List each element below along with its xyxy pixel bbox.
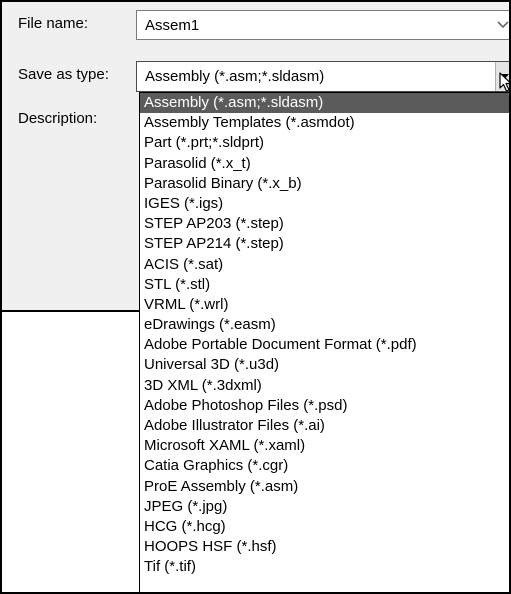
option-item[interactable]: eDrawings (*.easm) [140, 315, 509, 335]
option-item[interactable]: HCG (*.hcg) [140, 517, 509, 537]
option-item[interactable]: HOOPS HSF (*.hsf) [140, 537, 509, 557]
option-item[interactable]: Part (*.prt;*.sldprt) [140, 133, 509, 153]
option-item[interactable]: STEP AP214 (*.step) [140, 234, 509, 254]
option-item[interactable]: Universal 3D (*.u3d) [140, 355, 509, 375]
option-item[interactable]: Parasolid (*.x_t) [140, 154, 509, 174]
save-as-type-select[interactable]: Assembly (*.asm;*.sldasm) [136, 61, 509, 92]
option-item[interactable]: STL (*.stl) [140, 275, 509, 295]
option-item[interactable]: IGES (*.igs) [140, 194, 509, 214]
option-item[interactable]: 3D XML (*.3dxml) [140, 376, 509, 396]
option-item[interactable]: Adobe Illustrator Files (*.ai) [140, 416, 509, 436]
option-item[interactable]: ProE Assembly (*.asm) [140, 477, 509, 497]
save-as-type-dropdown-list[interactable]: Assembly (*.asm;*.sldasm) Assembly Templa… [139, 92, 509, 592]
option-item[interactable]: STEP AP203 (*.step) [140, 214, 509, 234]
option-item[interactable]: Assembly Templates (*.asmdot) [140, 113, 509, 133]
save-as-type-label: Save as type: [18, 66, 109, 83]
option-item[interactable]: Tif (*.tif) [140, 557, 509, 577]
option-item[interactable]: VRML (*.wrl) [140, 295, 509, 315]
description-label: Description: [18, 110, 98, 127]
file-name-field[interactable]: Assem1 [136, 10, 509, 40]
mouse-pointer-icon [499, 72, 509, 96]
chevron-down-icon[interactable] [493, 11, 509, 39]
option-item[interactable]: JPEG (*.jpg) [140, 497, 509, 517]
file-name-value: Assem1 [145, 17, 200, 34]
option-item[interactable]: Parasolid Binary (*.x_b) [140, 174, 509, 194]
option-item[interactable]: Adobe Portable Document Format (*.pdf) [140, 335, 509, 355]
option-item[interactable]: ACIS (*.sat) [140, 255, 509, 275]
file-name-label: File name: [18, 15, 89, 32]
save-as-type-value: Assembly (*.asm;*.sldasm) [145, 68, 325, 85]
option-item[interactable]: Adobe Photoshop Files (*.psd) [140, 396, 509, 416]
option-item[interactable]: Microsoft XAML (*.xaml) [140, 436, 509, 456]
option-item[interactable]: Catia Graphics (*.cgr) [140, 456, 509, 476]
option-item[interactable]: Assembly (*.asm;*.sldasm) [140, 93, 509, 114]
save-dialog-frame: File name: Save as type: Description: As… [0, 0, 511, 594]
